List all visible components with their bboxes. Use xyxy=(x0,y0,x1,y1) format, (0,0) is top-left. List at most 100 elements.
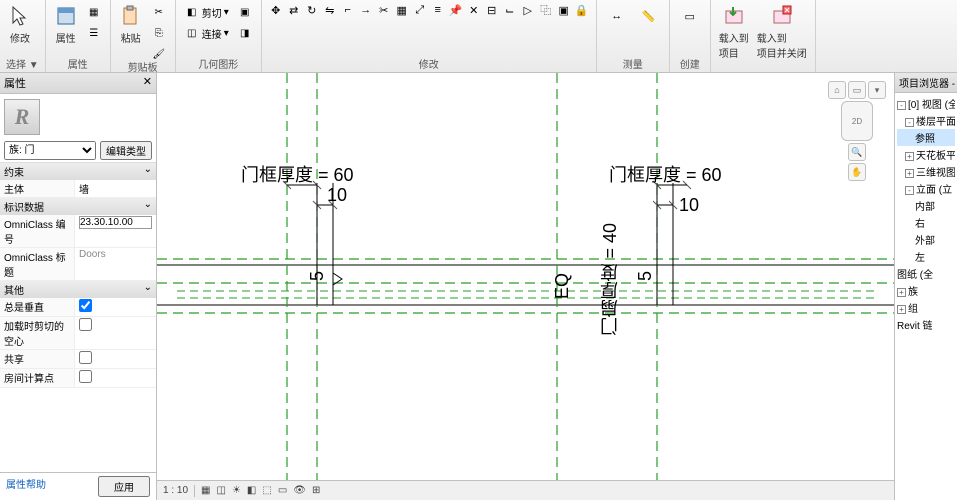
drawing-canvas[interactable]: 门框厚度 = 60 门框厚度 = 60 10 10 5 5 EQ 门扇厚度 = … xyxy=(157,73,894,500)
grid-icon: ▦ xyxy=(86,4,102,20)
tree-item[interactable]: -立面 (立 xyxy=(897,180,955,197)
ribbon-group-clipboard: 粘贴 ✂ ⎘ 🖌 剪贴板 xyxy=(111,0,176,72)
hide-icon[interactable]: 👁 xyxy=(293,485,306,496)
array-icon[interactable]: ▦ xyxy=(394,2,410,18)
section-other[interactable]: 其他⌄ xyxy=(0,281,156,298)
tree-toggle-icon[interactable]: + xyxy=(905,169,914,178)
tree-item[interactable]: -楼层平面 xyxy=(897,112,955,129)
nav-zoom-icon[interactable]: 🔍 xyxy=(848,143,866,161)
view-cube[interactable]: 2D xyxy=(841,101,873,141)
section-constraints[interactable]: 约束⌄ xyxy=(0,163,156,180)
measure2-button[interactable]: 📏 xyxy=(635,2,663,30)
load-close-button[interactable]: 载入到 项目并关闭 xyxy=(755,2,809,62)
rotate-icon[interactable]: ↻ xyxy=(304,2,320,18)
properties-panel: 属性 ✕ R 族: 门 编辑类型 约束⌄ 主体墙 标识数据⌄ OmniClass… xyxy=(0,73,157,500)
load-project-button[interactable]: 载入到 项目 xyxy=(717,2,751,62)
mirror2-icon[interactable]: ▷ xyxy=(520,2,536,18)
nav-config-icon[interactable]: ▾ xyxy=(868,81,886,99)
tree-item-label: Revit 链 xyxy=(897,321,933,332)
cut-geom-button[interactable]: ◧剪切 ▾ xyxy=(182,2,231,22)
measure-button[interactable]: ↔ xyxy=(603,2,631,30)
cut-button[interactable]: ✂ xyxy=(149,2,169,22)
create-button[interactable]: ▭ xyxy=(676,2,704,30)
tree-item[interactable]: 内部 xyxy=(897,197,955,214)
void-checkbox[interactable] xyxy=(79,318,92,331)
scale-icon[interactable]: ⤢ xyxy=(412,2,428,18)
crop-icon[interactable]: ⬚ xyxy=(262,485,271,496)
group-label-geometry: 几何图形 xyxy=(182,55,255,72)
shared-checkbox[interactable] xyxy=(79,351,92,364)
ribbon: 修改 选择 ▼ 属性 ▦ ☰ 属性 粘贴 ✂ ⎘ 🖌 xyxy=(0,0,957,73)
vertical-checkbox[interactable] xyxy=(79,299,92,312)
tree-item[interactable]: 参照 xyxy=(897,129,955,146)
extend-icon[interactable]: → xyxy=(358,2,374,18)
nav-pan-icon[interactable]: ✋ xyxy=(848,163,866,181)
align-icon[interactable]: ≡ xyxy=(430,2,446,18)
family-types-button[interactable]: ☰ xyxy=(84,23,104,43)
delete-icon[interactable]: ✕ xyxy=(466,2,482,18)
family-type-select[interactable]: 族: 门 xyxy=(4,141,96,160)
tree-item[interactable]: +族 xyxy=(897,282,955,299)
load-icon xyxy=(722,4,746,28)
row-host: 主体墙 xyxy=(0,180,156,198)
shadows-icon[interactable]: ◧ xyxy=(247,485,256,496)
browser-tree[interactable]: -[0] 视图 (全-楼层平面参照+天花板平+三维视图-立面 (立内部右外部左图… xyxy=(895,93,957,335)
tree-item[interactable]: 图纸 (全 xyxy=(897,265,955,282)
trim-icon[interactable]: ⌐ xyxy=(340,2,356,18)
properties-button[interactable]: 属性 xyxy=(52,2,80,47)
tree-item-label: 参照 xyxy=(915,134,935,145)
copy-button[interactable]: ⎘ xyxy=(149,23,169,43)
section-id-data[interactable]: 标识数据⌄ xyxy=(0,198,156,215)
close-icon[interactable]: ✕ xyxy=(143,75,152,91)
tree-item[interactable]: Revit 链 xyxy=(897,316,955,333)
tree-item[interactable]: 左 xyxy=(897,248,955,265)
detail-level-icon[interactable]: ▦ xyxy=(201,485,210,496)
scale-display[interactable]: 1 : 10 xyxy=(163,485,188,496)
lock-icon[interactable]: 🔒 xyxy=(574,2,590,18)
tree-item[interactable]: -[0] 视图 (全 xyxy=(897,95,955,112)
paste-button[interactable]: 粘贴 xyxy=(117,2,145,47)
tree-toggle-icon[interactable]: + xyxy=(905,152,914,161)
browser-title[interactable]: 项目浏览器 - 族 xyxy=(895,73,957,93)
join-geom-button[interactable]: ◫连接 ▾ xyxy=(182,23,231,43)
sun-path-icon[interactable]: ☀ xyxy=(232,485,241,496)
tree-item[interactable]: +三维视图 xyxy=(897,163,955,180)
edit-type-button[interactable]: 编辑类型 xyxy=(100,141,152,160)
crop-region-icon[interactable]: ▭ xyxy=(278,485,287,496)
offset-icon[interactable]: ⇄ xyxy=(286,2,302,18)
type-props-button[interactable]: ▦ xyxy=(84,2,104,22)
room-checkbox[interactable] xyxy=(79,370,92,383)
annot-eq: EQ xyxy=(552,273,573,299)
tree-item[interactable]: +天花板平 xyxy=(897,146,955,163)
modify-button[interactable]: 修改 xyxy=(6,2,34,47)
tree-toggle-icon[interactable]: - xyxy=(897,101,906,110)
group-icon[interactable]: ▣ xyxy=(556,2,572,18)
tree-item[interactable]: 外部 xyxy=(897,231,955,248)
reveal-icon[interactable]: ⊞ xyxy=(312,485,320,496)
apply-button[interactable]: 应用 xyxy=(98,476,150,497)
tree-toggle-icon[interactable]: + xyxy=(897,288,906,297)
tree-toggle-icon[interactable]: + xyxy=(897,305,906,314)
geom-opt1[interactable]: ▣ xyxy=(235,2,255,22)
properties-title-bar[interactable]: 属性 ✕ xyxy=(0,73,156,94)
nav-recent-icon[interactable]: ▭ xyxy=(848,81,866,99)
mirror-icon[interactable]: ⇋ xyxy=(322,2,338,18)
split-icon[interactable]: ✂ xyxy=(376,2,392,18)
properties-help-link[interactable]: 属性帮助 xyxy=(6,476,46,497)
tree-item[interactable]: 右 xyxy=(897,214,955,231)
tree-toggle-icon[interactable]: - xyxy=(905,118,914,127)
tree-item[interactable]: +组 xyxy=(897,299,955,316)
geom-opt2[interactable]: ◨ xyxy=(235,23,255,43)
omni-num-input[interactable] xyxy=(79,216,152,229)
ribbon-group-create: ▭ 创建 xyxy=(670,0,711,72)
nav-home-icon[interactable]: ⌂ xyxy=(828,81,846,99)
split2-icon[interactable]: ⊟ xyxy=(484,2,500,18)
visual-style-icon[interactable]: ◫ xyxy=(216,485,225,496)
move-icon[interactable]: ✥ xyxy=(268,2,284,18)
ribbon-group-measure: ↔ 📏 测量 xyxy=(597,0,670,72)
list-icon: ☰ xyxy=(86,25,102,41)
tree-toggle-icon[interactable]: - xyxy=(905,186,914,195)
copy2-icon[interactable]: ⿻ xyxy=(538,2,554,18)
pin-icon[interactable]: 📌 xyxy=(448,2,464,18)
corner-icon[interactable]: ⌙ xyxy=(502,2,518,18)
